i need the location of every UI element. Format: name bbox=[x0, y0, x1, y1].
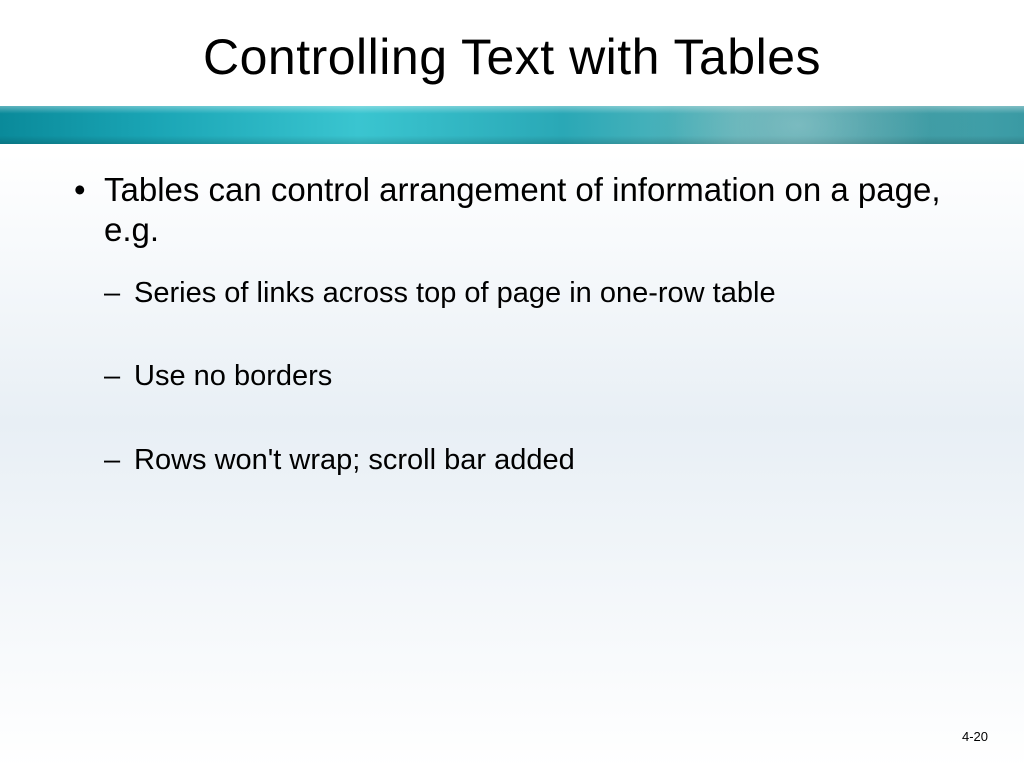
bullet-main: Tables can control arrangement of inform… bbox=[74, 170, 964, 251]
slide-title: Controlling Text with Tables bbox=[0, 0, 1024, 106]
sub-bullet: Series of links across top of page in on… bbox=[104, 275, 964, 313]
sub-bullet-list: Series of links across top of page in on… bbox=[74, 275, 964, 480]
sub-bullet: Rows won't wrap; scroll bar added bbox=[104, 442, 964, 480]
decorative-divider bbox=[0, 106, 1024, 144]
sub-bullet: Use no borders bbox=[104, 358, 964, 396]
page-number: 4-20 bbox=[962, 729, 988, 744]
slide-content: Tables can control arrangement of inform… bbox=[0, 144, 1024, 480]
